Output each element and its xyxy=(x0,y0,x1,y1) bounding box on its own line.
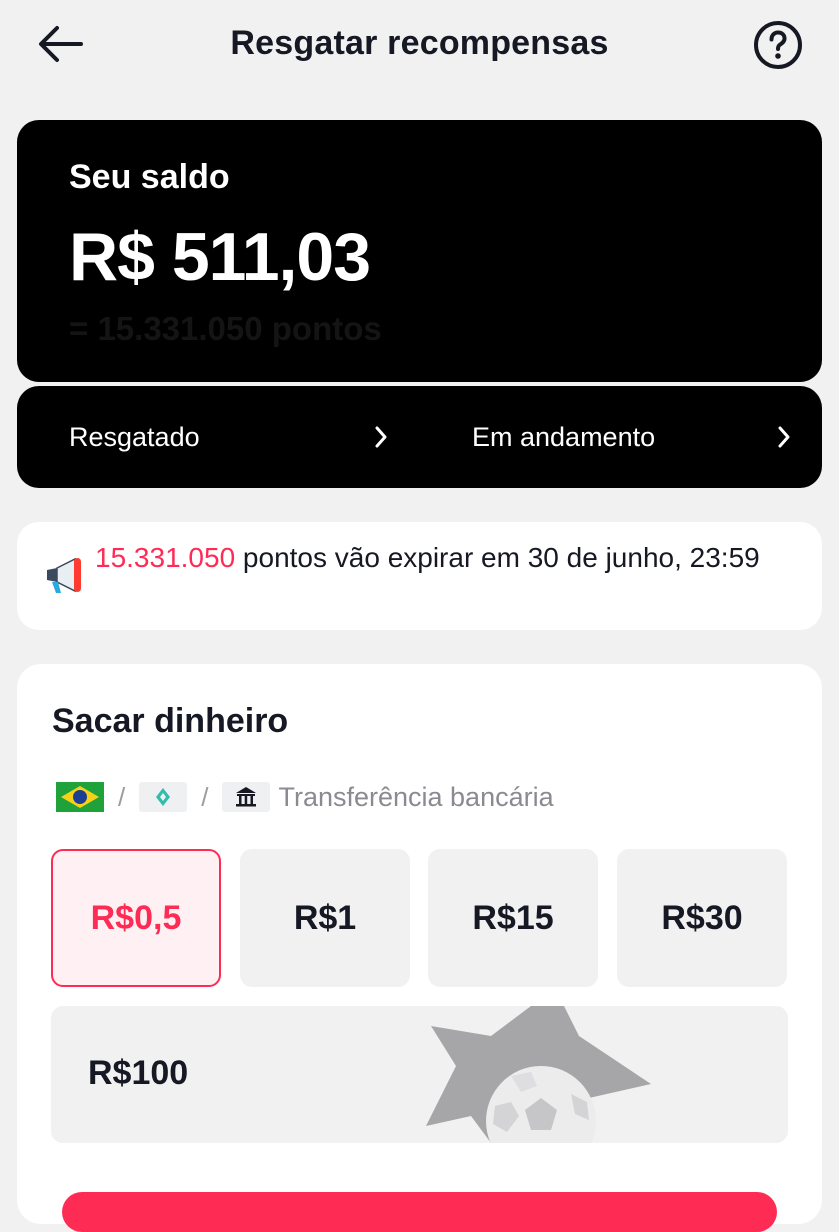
amount-option[interactable]: R$0,5 xyxy=(51,849,221,987)
amount-option-100[interactable]: R$100 xyxy=(51,1006,788,1143)
method-separator: / xyxy=(118,781,126,812)
redeemed-label: Resgatado xyxy=(69,421,200,452)
amount-option-label: R$100 xyxy=(88,1054,189,1092)
method-separator: / xyxy=(201,781,209,812)
bank-transfer-label: Transferência bancária xyxy=(278,781,554,812)
withdraw-button[interactable] xyxy=(62,1192,777,1232)
in-progress-link[interactable]: Em andamento xyxy=(472,386,792,488)
top-bar: Resgatar recompensas xyxy=(0,0,839,90)
chevron-right-icon xyxy=(375,426,387,448)
megaphone-icon xyxy=(47,557,81,593)
brazil-flag-icon xyxy=(56,782,104,812)
chevron-right-icon xyxy=(778,426,790,448)
balance-card: Seu saldo R$ 511,03 = 15.331.050 pontos xyxy=(17,120,822,382)
expiring-points: 15.331.050 xyxy=(95,542,236,573)
page-title: Resgatar recompensas xyxy=(230,24,609,62)
history-links-card: Resgatado Em andamento xyxy=(17,386,822,488)
help-button[interactable] xyxy=(753,20,803,70)
redeemed-link[interactable]: Resgatado xyxy=(69,386,389,488)
amount-option[interactable]: R$15 xyxy=(428,849,598,987)
balance-label: Seu saldo xyxy=(69,158,230,196)
balance-points: = 15.331.050 pontos xyxy=(69,310,382,347)
help-icon xyxy=(754,21,802,69)
amount-option[interactable]: R$1 xyxy=(240,849,410,987)
expiry-notice: 15.331.050 pontos vão expirar em 30 de j… xyxy=(17,522,822,630)
in-progress-label: Em andamento xyxy=(472,421,656,452)
section-title: Sacar dinheiro xyxy=(52,702,289,740)
balance-amount: R$ 511,03 xyxy=(69,219,371,295)
pix-icon xyxy=(139,782,188,812)
withdraw-cash-section: Sacar dinheiro / / Transferência bancári… xyxy=(17,664,822,1224)
bank-icon xyxy=(222,782,271,812)
soccer-ball-icon xyxy=(426,1006,651,1143)
amount-option[interactable]: R$30 xyxy=(617,849,787,987)
expiry-notice-text: 15.331.050 pontos vão expirar em 30 de j… xyxy=(95,538,795,577)
expiry-message: pontos vão expirar em 30 de junho, 23:59 xyxy=(235,542,760,573)
payment-methods: / / Transferência bancária xyxy=(56,780,554,814)
